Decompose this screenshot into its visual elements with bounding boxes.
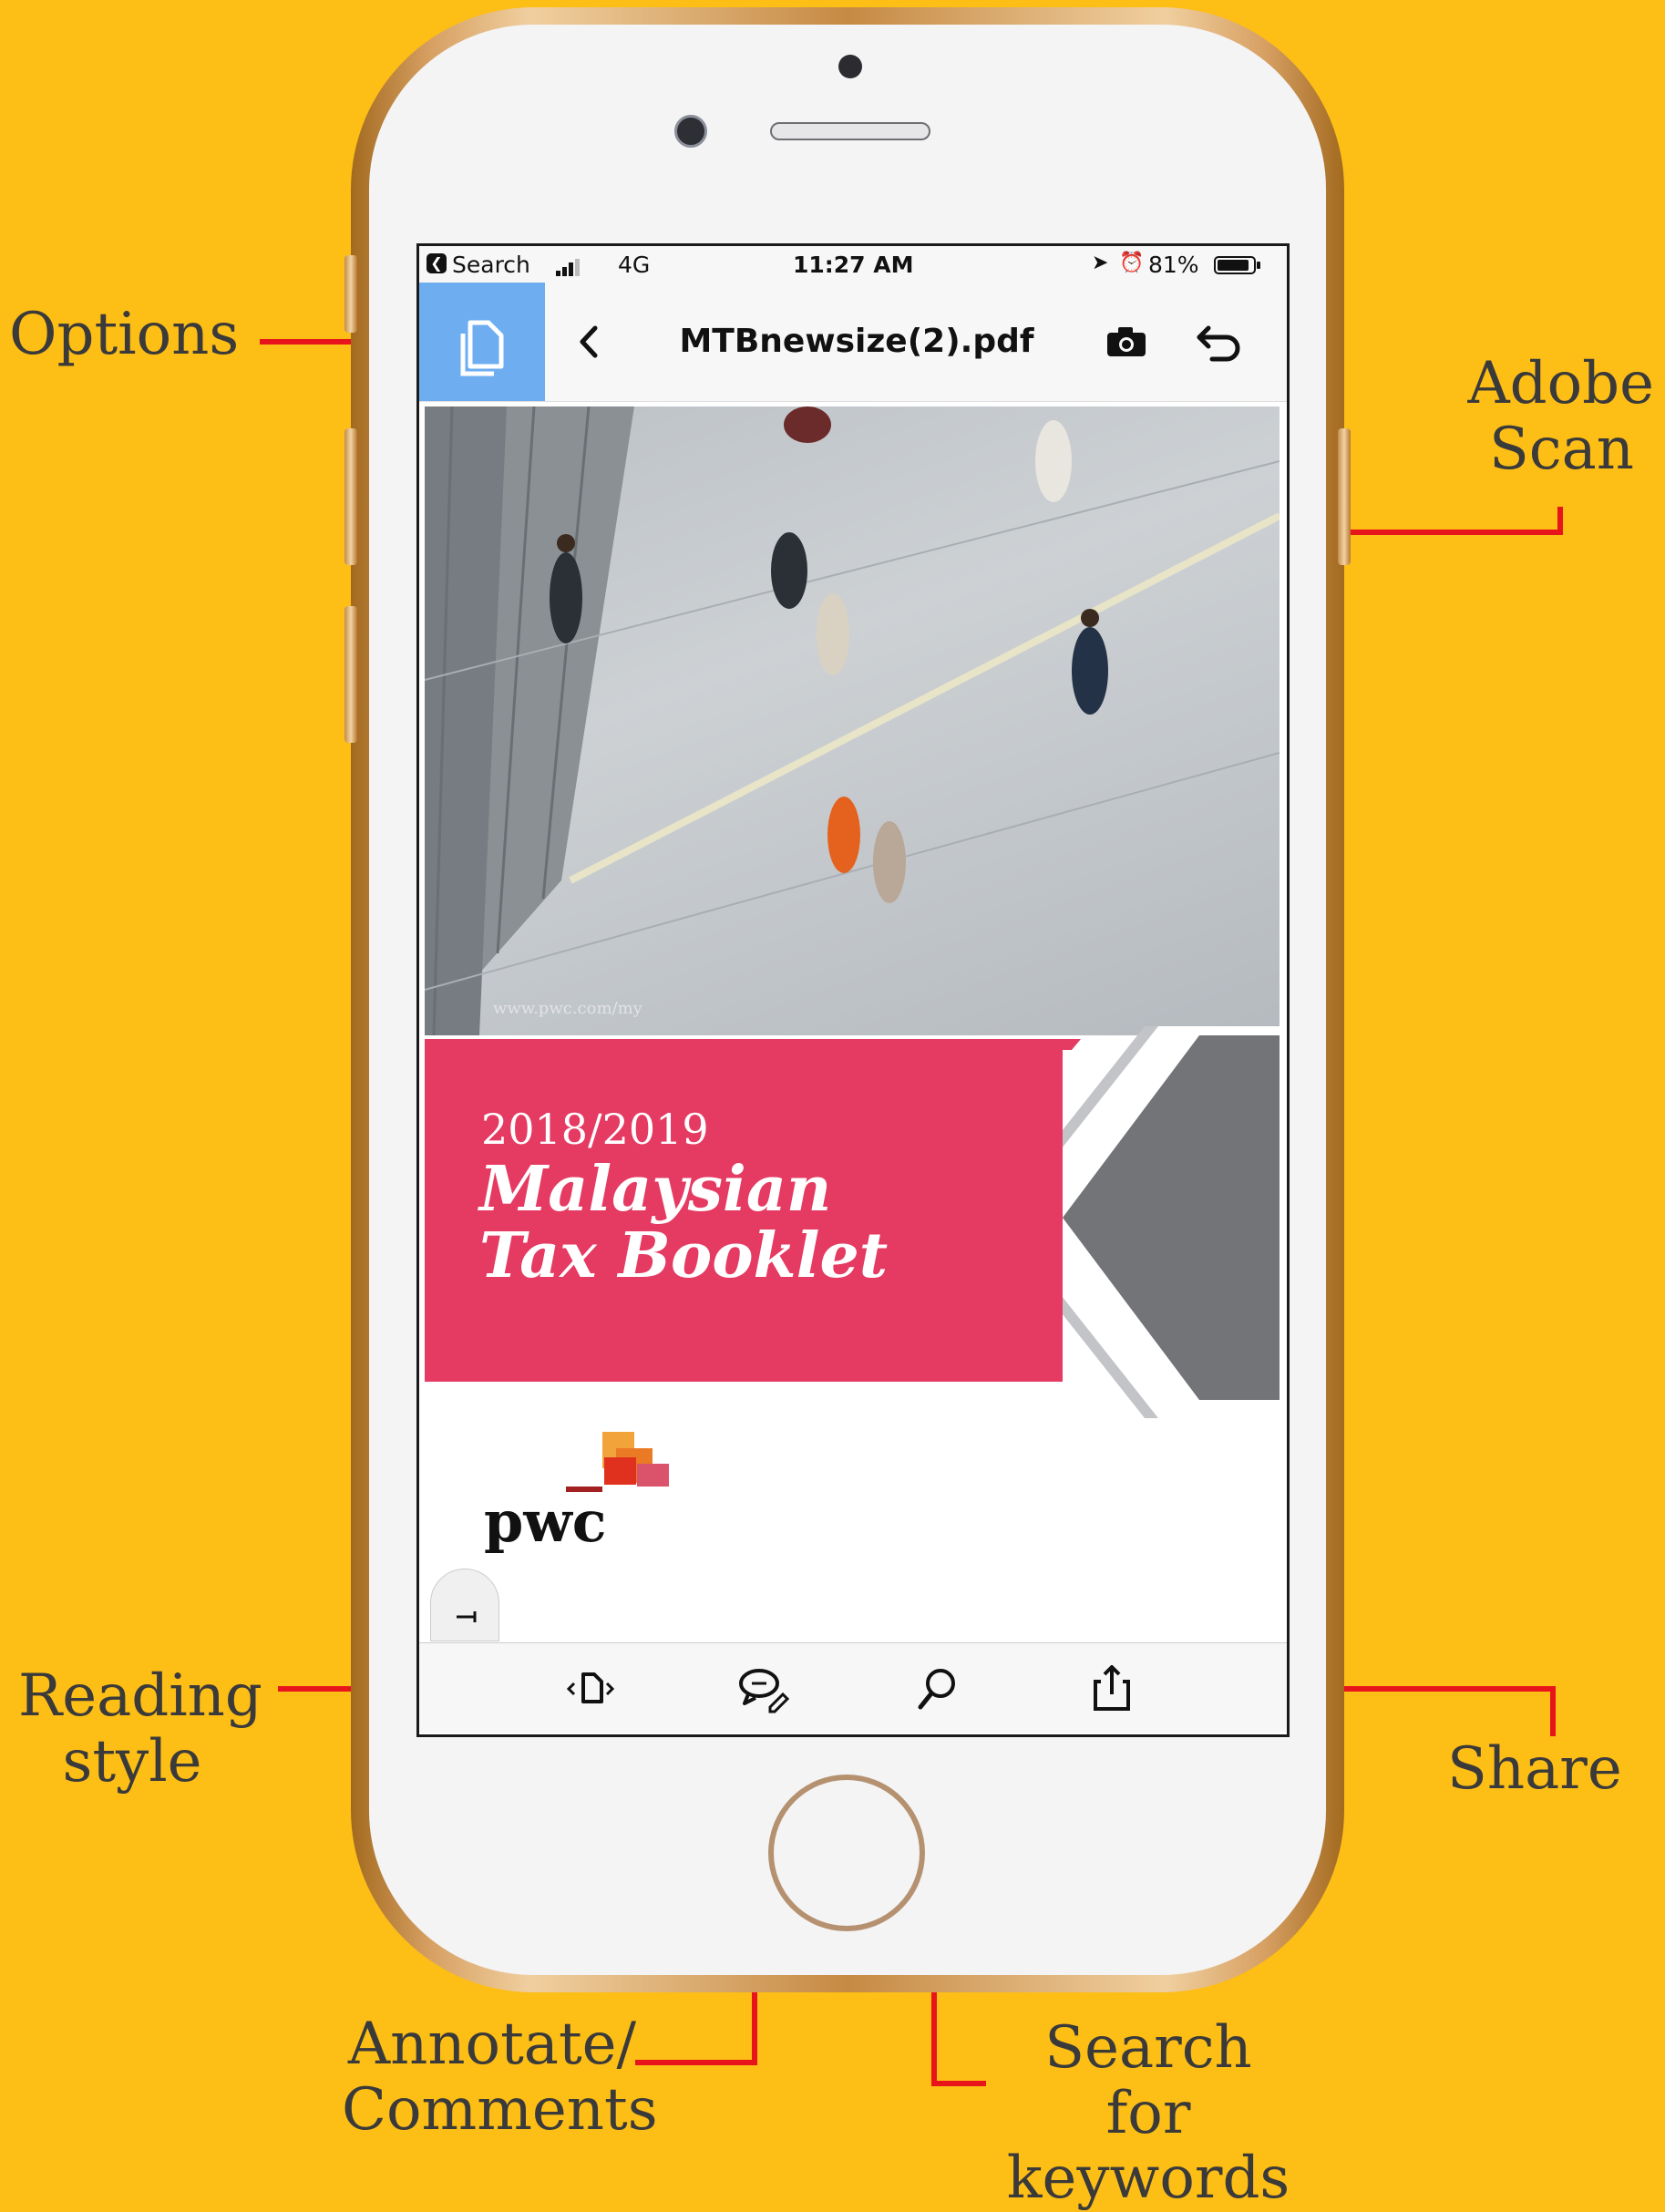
callout-adobe-scan-line1: Adobe: [1467, 350, 1654, 417]
cover-url: www.pwc.com/my: [493, 999, 642, 1018]
home-button[interactable]: [768, 1775, 925, 1931]
battery-icon: [1214, 254, 1261, 274]
callout-share: Share: [1447, 1735, 1622, 1803]
pdf-page[interactable]: www.pwc.com/my 2018/2019 Malaysian Tax B…: [425, 406, 1280, 1642]
callout-line-adobe-scan-v2: [1557, 507, 1563, 535]
back-to-app-label[interactable]: Search: [452, 252, 530, 278]
side-button-mute: [344, 255, 357, 333]
network-label: 4G: [618, 252, 651, 278]
earpiece-speaker: [770, 122, 930, 140]
front-camera: [674, 115, 707, 148]
callout-annotate-line1: Annotate/: [347, 2011, 637, 2078]
battery-percent: 81%: [1148, 252, 1199, 278]
pwc-logo-text: pwc: [484, 1488, 607, 1555]
callout-line-annotate-h: [635, 2060, 757, 2065]
callout-search: Search for keywords: [1002, 2014, 1294, 2212]
callout-options: Options: [9, 301, 240, 368]
callout-adobe-scan: Adobe Scan: [1454, 350, 1654, 483]
undo-icon[interactable]: [1194, 321, 1245, 363]
callout-reading-style-line2: style: [62, 1727, 202, 1795]
callout-annotate-line2: Comments: [342, 2075, 658, 2144]
cover-photo-illustration: [425, 406, 1280, 1035]
chevron-left-icon[interactable]: [570, 308, 606, 376]
page-tab-handle[interactable]: [430, 1569, 499, 1641]
back-to-app-icon[interactable]: ❮: [427, 253, 447, 273]
side-button-volume-down: [344, 606, 357, 743]
clock: 11:27 AM: [793, 252, 914, 278]
callout-adobe-scan-line2: Scan: [1488, 415, 1634, 483]
location-icon: ➤: [1092, 252, 1109, 274]
signal-icon: [556, 255, 583, 276]
cover-title-line1: Malaysian: [479, 1153, 832, 1226]
phone-screen: ❮ Search 4G 11:27 AM ➤ ⏰ 81% MTBnewsize(…: [416, 243, 1290, 1737]
alarm-icon: ⏰: [1119, 252, 1145, 274]
document-title: MTBnewsize(2).pdf: [679, 323, 1034, 360]
callout-line-search-h: [931, 2081, 986, 2086]
share-icon[interactable]: [1084, 1662, 1139, 1716]
status-bar: ❮ Search 4G 11:27 AM ➤ ⏰ 81%: [419, 246, 1287, 283]
comment-pen-icon[interactable]: [735, 1662, 790, 1716]
callout-reading-style-line1: Reading: [18, 1662, 262, 1730]
options-button[interactable]: [419, 283, 545, 401]
side-button-power: [1338, 428, 1351, 565]
cover-title-line2: Tax Booklet: [479, 1219, 889, 1292]
search-icon[interactable]: [911, 1662, 966, 1716]
cover-photo: www.pwc.com/my: [425, 406, 1280, 1035]
camera-icon[interactable]: [1105, 324, 1148, 360]
cover-year: 2018/2019: [481, 1105, 709, 1154]
side-button-volume-up: [344, 428, 357, 565]
proximity-sensor: [838, 55, 862, 78]
callout-search-line1: Search for: [1044, 2014, 1252, 2147]
callout-search-line2: keywords: [1006, 2145, 1290, 2212]
bottom-toolbar: [419, 1642, 1287, 1733]
reading-mode-icon[interactable]: [563, 1662, 618, 1716]
callout-annotate: Annotate/ Comments: [342, 2011, 658, 2144]
document-copy-icon: [460, 320, 504, 376]
callout-reading-style: Reading style: [18, 1662, 262, 1795]
pwc-logo-mark: [566, 1432, 669, 1492]
banner-edge: [935, 1039, 1081, 1050]
navigation-bar: MTBnewsize(2).pdf: [419, 283, 1287, 402]
callout-line-share-v: [1550, 1686, 1556, 1736]
